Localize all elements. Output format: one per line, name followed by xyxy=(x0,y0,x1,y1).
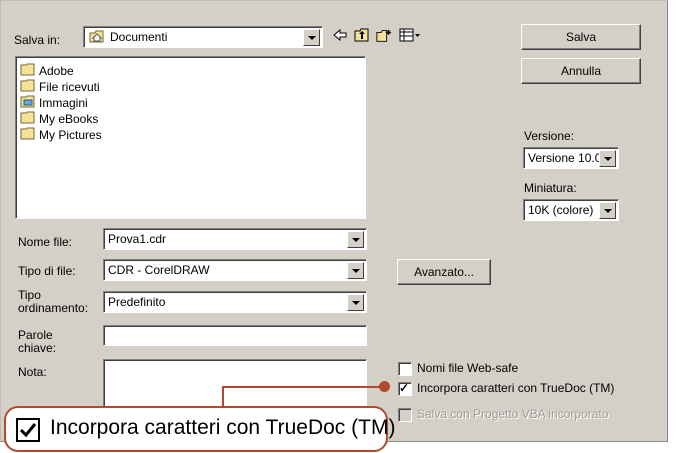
filetype-dropdown[interactable]: CDR - CorelDRAW xyxy=(103,259,367,281)
save-in-dropdown[interactable]: Documenti xyxy=(83,26,323,48)
note-textarea[interactable] xyxy=(103,359,367,409)
save-in-label: Salva in: xyxy=(14,33,61,47)
list-item-label: Adobe xyxy=(39,64,74,78)
folder-icon xyxy=(20,79,36,95)
folder-icon xyxy=(20,127,36,143)
thumbnail-dropdown[interactable]: 10K (colore) xyxy=(523,199,619,221)
version-dropdown[interactable]: Versione 10.0 xyxy=(523,147,619,169)
save-button[interactable]: Salva xyxy=(521,24,641,50)
truedoc-checkbox[interactable]: ✓ xyxy=(398,381,412,396)
new-folder-icon[interactable] xyxy=(376,27,392,43)
sort-label: Tipo ordinamento: xyxy=(18,289,88,315)
chevron-down-icon[interactable] xyxy=(347,262,364,279)
list-item-label: File ricevuti xyxy=(39,80,100,94)
advanced-button[interactable]: Avanzato... xyxy=(397,259,491,285)
filename-combo[interactable]: Prova1.cdr xyxy=(103,228,367,250)
websafe-label: Nomi file Web-safe xyxy=(417,361,519,375)
back-icon[interactable] xyxy=(332,27,348,43)
filetype-label: Tipo di file: xyxy=(18,264,76,278)
thumbnail-value: 10K (colore) xyxy=(528,203,594,217)
zoom-callout: Incorpora caratteri con TrueDoc (TM) xyxy=(4,406,395,452)
chevron-down-icon[interactable] xyxy=(303,29,320,46)
thumbnail-label: Miniatura: xyxy=(524,181,577,195)
callout-connector-vertical xyxy=(222,386,224,408)
note-label: Nota: xyxy=(18,365,47,379)
chevron-down-icon[interactable] xyxy=(599,150,616,167)
list-item-label: My Pictures xyxy=(39,128,102,142)
checkmark-icon xyxy=(19,423,37,438)
list-item[interactable]: File ricevuti xyxy=(20,79,100,95)
callout-connector-horizontal xyxy=(222,386,385,388)
filetype-value: CDR - CorelDRAW xyxy=(108,263,210,277)
vba-checkbox[interactable] xyxy=(398,408,412,422)
keywords-label: Parole chiave: xyxy=(18,329,56,355)
chevron-down-icon[interactable] xyxy=(347,294,364,311)
save-in-value: Documenti xyxy=(110,30,168,44)
file-list[interactable]: Adobe File ricevuti Immagini My eBooks M… xyxy=(15,56,366,219)
image-folder-icon xyxy=(20,95,36,111)
keywords-label-line2: chiave: xyxy=(18,341,57,355)
sort-dropdown[interactable]: Predefinito xyxy=(103,291,367,313)
save-dialog: Salva in: Documenti Adobe File ricevuti … xyxy=(0,0,668,442)
documents-folder-icon xyxy=(89,29,105,47)
filename-label: Nome file: xyxy=(18,235,73,249)
sort-label-line2: ordinamento: xyxy=(18,301,89,315)
sort-value: Predefinito xyxy=(108,295,166,309)
list-item[interactable]: My Pictures xyxy=(20,127,102,143)
folder-icon xyxy=(20,111,36,127)
cancel-button[interactable]: Annulla xyxy=(521,58,641,84)
list-item[interactable]: Immagini xyxy=(20,95,88,111)
keywords-input[interactable] xyxy=(103,325,367,346)
callout-checkbox xyxy=(16,418,40,442)
vba-label: Salva con Progetto VBA incorporato xyxy=(417,407,609,421)
list-item-label: Immagini xyxy=(39,96,88,110)
folder-icon xyxy=(20,63,36,79)
list-item-label: My eBooks xyxy=(39,112,99,126)
list-item[interactable]: Adobe xyxy=(20,63,74,79)
truedoc-label: Incorpora caratteri con TrueDoc (TM) xyxy=(417,381,615,395)
chevron-down-icon[interactable] xyxy=(347,231,364,248)
view-menu-icon[interactable] xyxy=(398,27,422,43)
checkmark-icon: ✓ xyxy=(399,381,410,395)
callout-dot xyxy=(379,381,390,392)
up-folder-icon[interactable] xyxy=(354,27,370,43)
callout-label: Incorpora caratteri con TrueDoc (TM) xyxy=(50,416,396,439)
list-item[interactable]: My eBooks xyxy=(20,111,98,127)
filename-value: Prova1.cdr xyxy=(108,232,167,246)
websafe-checkbox[interactable] xyxy=(398,362,412,376)
version-label: Versione: xyxy=(524,129,575,143)
version-value: Versione 10.0 xyxy=(528,151,602,165)
chevron-down-icon[interactable] xyxy=(599,202,616,219)
